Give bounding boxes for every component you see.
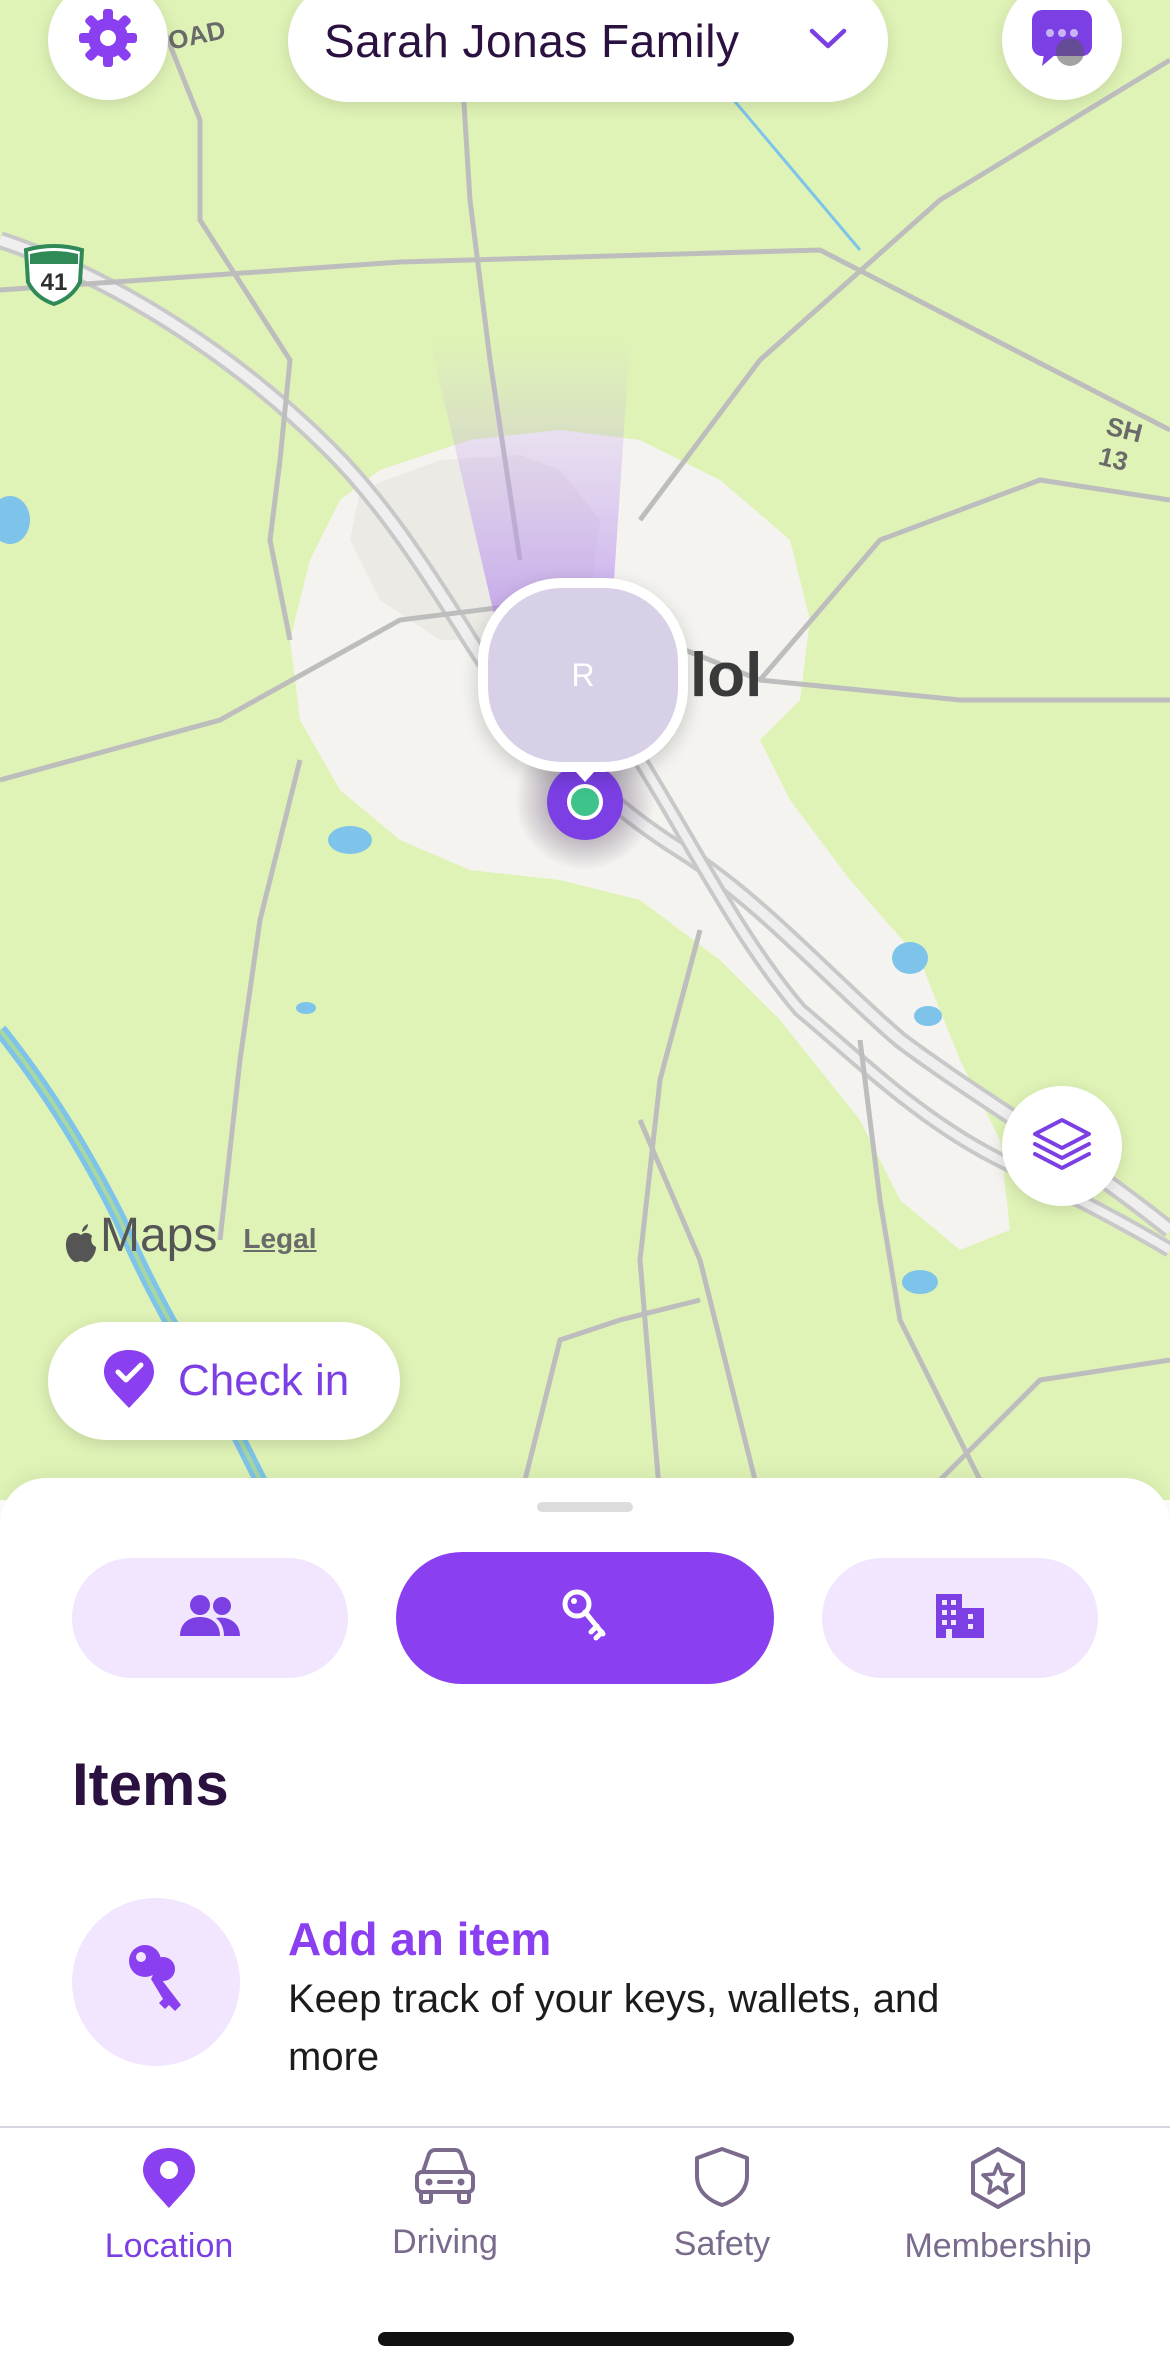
people-icon xyxy=(178,1594,242,1643)
add-item-icon-circle xyxy=(72,1898,240,2066)
tab-safety-label: Safety xyxy=(673,2225,771,2263)
check-in-button[interactable]: Check in xyxy=(48,1322,400,1440)
car-icon xyxy=(413,2146,477,2211)
member-avatar-marker[interactable]: R xyxy=(478,578,688,772)
tab-driving[interactable]: Driving xyxy=(307,2146,583,2286)
avatar-initial: R xyxy=(571,656,595,693)
chevron-down-icon xyxy=(808,26,848,57)
layers-icon xyxy=(1031,1116,1093,1177)
segment-places[interactable] xyxy=(822,1558,1098,1678)
tab-location[interactable]: Location xyxy=(31,2146,307,2286)
add-item-title[interactable]: Add an item xyxy=(288,1912,1008,1966)
check-pin-icon xyxy=(102,1348,156,1415)
tab-driving-label: Driving xyxy=(392,2223,498,2261)
tab-membership[interactable]: Membership xyxy=(860,2146,1136,2286)
highway-shield-number: 41 xyxy=(41,269,68,296)
sheet-grabber[interactable] xyxy=(537,1502,633,1512)
legal-link[interactable]: Legal xyxy=(243,1223,316,1255)
city-label: lol xyxy=(690,641,763,710)
segment-people[interactable] xyxy=(72,1558,348,1678)
check-in-label: Check in xyxy=(178,1356,350,1405)
map-attribution: Maps Legal xyxy=(64,1208,317,1263)
section-title: Items xyxy=(72,1751,229,1818)
tab-safety[interactable]: Safety xyxy=(584,2146,860,2286)
tab-location-label: Location xyxy=(104,2227,234,2265)
building-icon xyxy=(934,1592,986,1645)
location-pin-icon xyxy=(141,2146,197,2215)
map-view[interactable]: 41 SH 13 OAD lol R Sarah Jonas Family Ma… xyxy=(0,0,1170,1500)
home-indicator xyxy=(378,2332,794,2346)
highway-shield: 41 xyxy=(22,244,86,311)
add-item-description: Keep track of your keys, wallets, and mo… xyxy=(288,1977,940,2079)
keys-icon xyxy=(557,1588,613,1649)
add-item-text: Add an item Keep track of your keys, wal… xyxy=(288,1912,1008,2086)
segment-items[interactable] xyxy=(396,1552,774,1684)
add-item-row[interactable]: Add an item Keep track of your keys, wal… xyxy=(72,1898,1098,2079)
gear-icon xyxy=(77,7,139,74)
chat-bubble-icon xyxy=(1030,8,1094,73)
keys-icon xyxy=(119,1939,193,2026)
map-layers-button[interactable] xyxy=(1002,1086,1122,1206)
star-badge-icon xyxy=(967,2146,1029,2215)
circle-name: Sarah Jonas Family xyxy=(324,15,740,67)
shield-icon xyxy=(692,2146,752,2213)
maps-wordmark: Maps xyxy=(100,1209,218,1262)
tab-membership-label: Membership xyxy=(904,2227,1092,2265)
circle-selector[interactable]: Sarah Jonas Family xyxy=(288,0,888,102)
avatar-marker-tail xyxy=(567,762,603,782)
apple-logo-icon xyxy=(64,1223,98,1263)
